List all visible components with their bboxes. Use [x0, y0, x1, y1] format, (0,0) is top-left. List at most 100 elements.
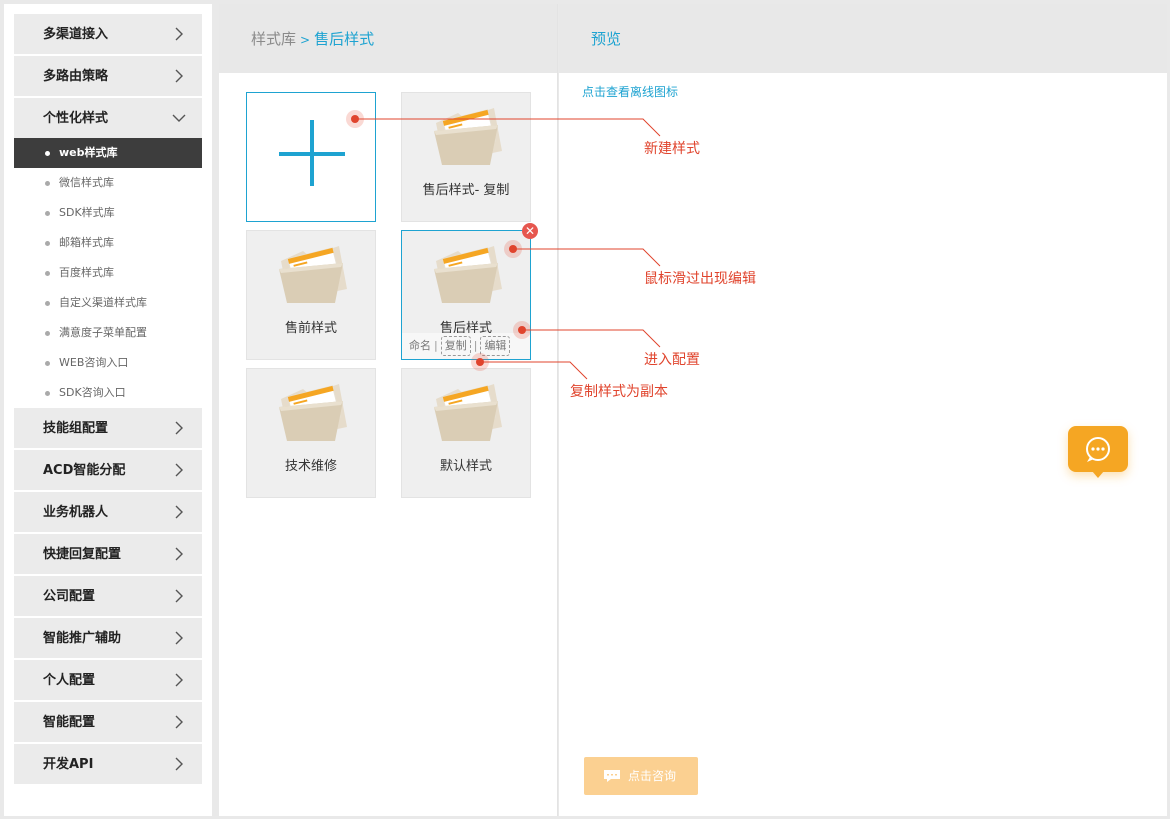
sidebar-subitem-label: 百度样式库	[59, 266, 114, 279]
bullet-icon	[45, 271, 50, 276]
chat-bubble-icon	[1086, 437, 1110, 462]
sidebar-item-company-config[interactable]: 公司配置	[14, 576, 202, 616]
bullet-icon	[45, 301, 50, 306]
chevron-right-icon	[175, 757, 183, 771]
sidebar-subitem-satisfaction-submenu[interactable]: 满意度子菜单配置	[14, 318, 202, 348]
action-separator: |	[434, 339, 438, 352]
breadcrumb: 样式库 > 售后样式	[219, 4, 557, 73]
bullet-icon	[45, 211, 50, 216]
sidebar-item-label: 个人配置	[43, 673, 96, 688]
chevron-right-icon	[175, 505, 183, 519]
sidebar-subitem-web-entry[interactable]: WEB咨询入口	[14, 348, 202, 378]
sidebar-item-personalized-style[interactable]: 个性化样式	[14, 98, 202, 138]
bullet-icon	[45, 331, 50, 336]
bullet-icon	[45, 361, 50, 366]
sidebar-item-smart-promotion[interactable]: 智能推广辅助	[14, 618, 202, 658]
sidebar-item-label: 技能组配置	[43, 421, 109, 436]
sidebar-subitem-label: 自定义渠道样式库	[59, 296, 147, 309]
sidebar-subitem-wechat-style[interactable]: 微信样式库	[14, 168, 202, 198]
copy-button[interactable]: 复制	[440, 336, 471, 356]
folder-icon	[434, 246, 502, 303]
sidebar-item-label: 智能推广辅助	[43, 631, 122, 646]
sidebar-subitem-label: WEB咨询入口	[59, 356, 129, 369]
style-card-hovered[interactable]: 售后样式 命名 | 复制 | 编辑 ✕	[401, 223, 538, 360]
sidebar-subitem-label: web样式库	[59, 146, 118, 159]
sidebar-subitem-label: 满意度子菜单配置	[59, 326, 147, 339]
chevron-right-icon	[175, 673, 183, 687]
bullet-icon	[45, 181, 50, 186]
chevron-down-icon	[172, 114, 186, 122]
sidebar-item-label: 开发API	[43, 757, 94, 772]
breadcrumb-separator: >	[300, 33, 311, 47]
sidebar-subitem-label: SDK样式库	[59, 206, 115, 219]
chevron-right-icon	[175, 463, 183, 477]
sidebar-subitem-sdk-style[interactable]: SDK样式库	[14, 198, 202, 228]
style-card[interactable]: 售后样式- 复制	[401, 92, 531, 222]
style-library-panel: 样式库 > 售后样式 售后样式- 复制 售前样式 售后样式 命名 | 复制 | …	[219, 4, 558, 816]
folder-icon	[279, 246, 347, 303]
sidebar-item-personal-config[interactable]: 个人配置	[14, 660, 202, 700]
chevron-right-icon	[175, 69, 183, 83]
chevron-right-icon	[175, 421, 183, 435]
new-style-card[interactable]	[246, 92, 376, 222]
offline-icon-link[interactable]: 点击查看离线图标	[582, 83, 678, 100]
sidebar-item-acd[interactable]: ACD智能分配	[14, 450, 202, 490]
sidebar-item-label: 公司配置	[43, 589, 96, 604]
sidebar-item-routing[interactable]: 多路由策略	[14, 56, 202, 96]
style-card[interactable]: 技术维修	[246, 368, 376, 498]
sidebar-item-label: 多路由策略	[43, 69, 109, 84]
sidebar-item-label: 业务机器人	[43, 505, 109, 520]
bullet-icon	[45, 241, 50, 246]
chat-icon	[604, 770, 620, 782]
sidebar: 多渠道接入 多路由策略 个性化样式 web样式库 微信样式库 SDK样式库 邮箱…	[4, 4, 212, 816]
chevron-right-icon	[175, 715, 183, 729]
sidebar-item-dev-api[interactable]: 开发API	[14, 744, 202, 784]
sidebar-subitem-label: 微信样式库	[59, 176, 114, 189]
breadcrumb-root[interactable]: 样式库	[251, 30, 296, 48]
sidebar-subitem-web-style[interactable]: web样式库	[14, 138, 202, 168]
sidebar-item-quick-reply[interactable]: 快捷回复配置	[14, 534, 202, 574]
card-actions-bar: 命名 | 复制 | 编辑	[402, 333, 530, 359]
sidebar-item-business-robot[interactable]: 业务机器人	[14, 492, 202, 532]
consult-button-label: 点击咨询	[628, 769, 677, 783]
sidebar-item-label: 个性化样式	[43, 111, 109, 126]
sidebar-item-label: 多渠道接入	[43, 27, 109, 42]
sidebar-item-skill-group[interactable]: 技能组配置	[14, 408, 202, 448]
sidebar-item-smart-config[interactable]: 智能配置	[14, 702, 202, 742]
rename-button[interactable]: 命名	[409, 333, 431, 359]
folder-icon	[434, 108, 502, 165]
chevron-right-icon	[175, 589, 183, 603]
chevron-right-icon	[175, 27, 183, 41]
style-card-label: 售后样式- 复制	[422, 183, 510, 198]
sidebar-subitem-email-style[interactable]: 邮箱样式库	[14, 228, 202, 258]
breadcrumb-current: 售后样式	[314, 30, 375, 48]
sidebar-submenu: web样式库 微信样式库 SDK样式库 邮箱样式库 百度样式库 自定义渠道样式库…	[4, 138, 212, 408]
sidebar-subitem-label: SDK咨询入口	[59, 386, 126, 399]
sidebar-subitem-label: 邮箱样式库	[59, 236, 114, 249]
style-card[interactable]: 默认样式	[401, 368, 531, 498]
bullet-icon	[45, 391, 50, 396]
folder-icon	[434, 384, 502, 441]
sidebar-item-label: ACD智能分配	[43, 463, 126, 478]
style-card-label: 默认样式	[439, 459, 492, 474]
edit-button[interactable]: 编辑	[480, 336, 511, 356]
sidebar-item-label: 快捷回复配置	[43, 547, 122, 562]
bullet-icon	[45, 151, 50, 156]
floating-chat-button[interactable]	[1068, 426, 1128, 478]
sidebar-subitem-sdk-entry[interactable]: SDK咨询入口	[14, 378, 202, 408]
folder-icon	[279, 384, 347, 441]
sidebar-item-label: 智能配置	[43, 715, 96, 730]
preview-panel: 预览 点击查看离线图标 点击咨询	[559, 4, 1167, 816]
preview-title: 预览	[559, 4, 1167, 73]
sidebar-item-multichannel[interactable]: 多渠道接入	[14, 14, 202, 54]
style-card-label: 售前样式	[284, 321, 337, 336]
style-card-label: 技术维修	[284, 459, 337, 474]
chevron-right-icon	[175, 631, 183, 645]
sidebar-subitem-baidu-style[interactable]: 百度样式库	[14, 258, 202, 288]
style-card[interactable]: 售前样式	[246, 230, 376, 360]
action-separator: |	[473, 339, 478, 352]
chevron-right-icon	[175, 547, 183, 561]
close-icon[interactable]: ✕	[522, 223, 538, 239]
sidebar-subitem-custom-channel-style[interactable]: 自定义渠道样式库	[14, 288, 202, 318]
consult-button[interactable]: 点击咨询	[584, 757, 698, 795]
